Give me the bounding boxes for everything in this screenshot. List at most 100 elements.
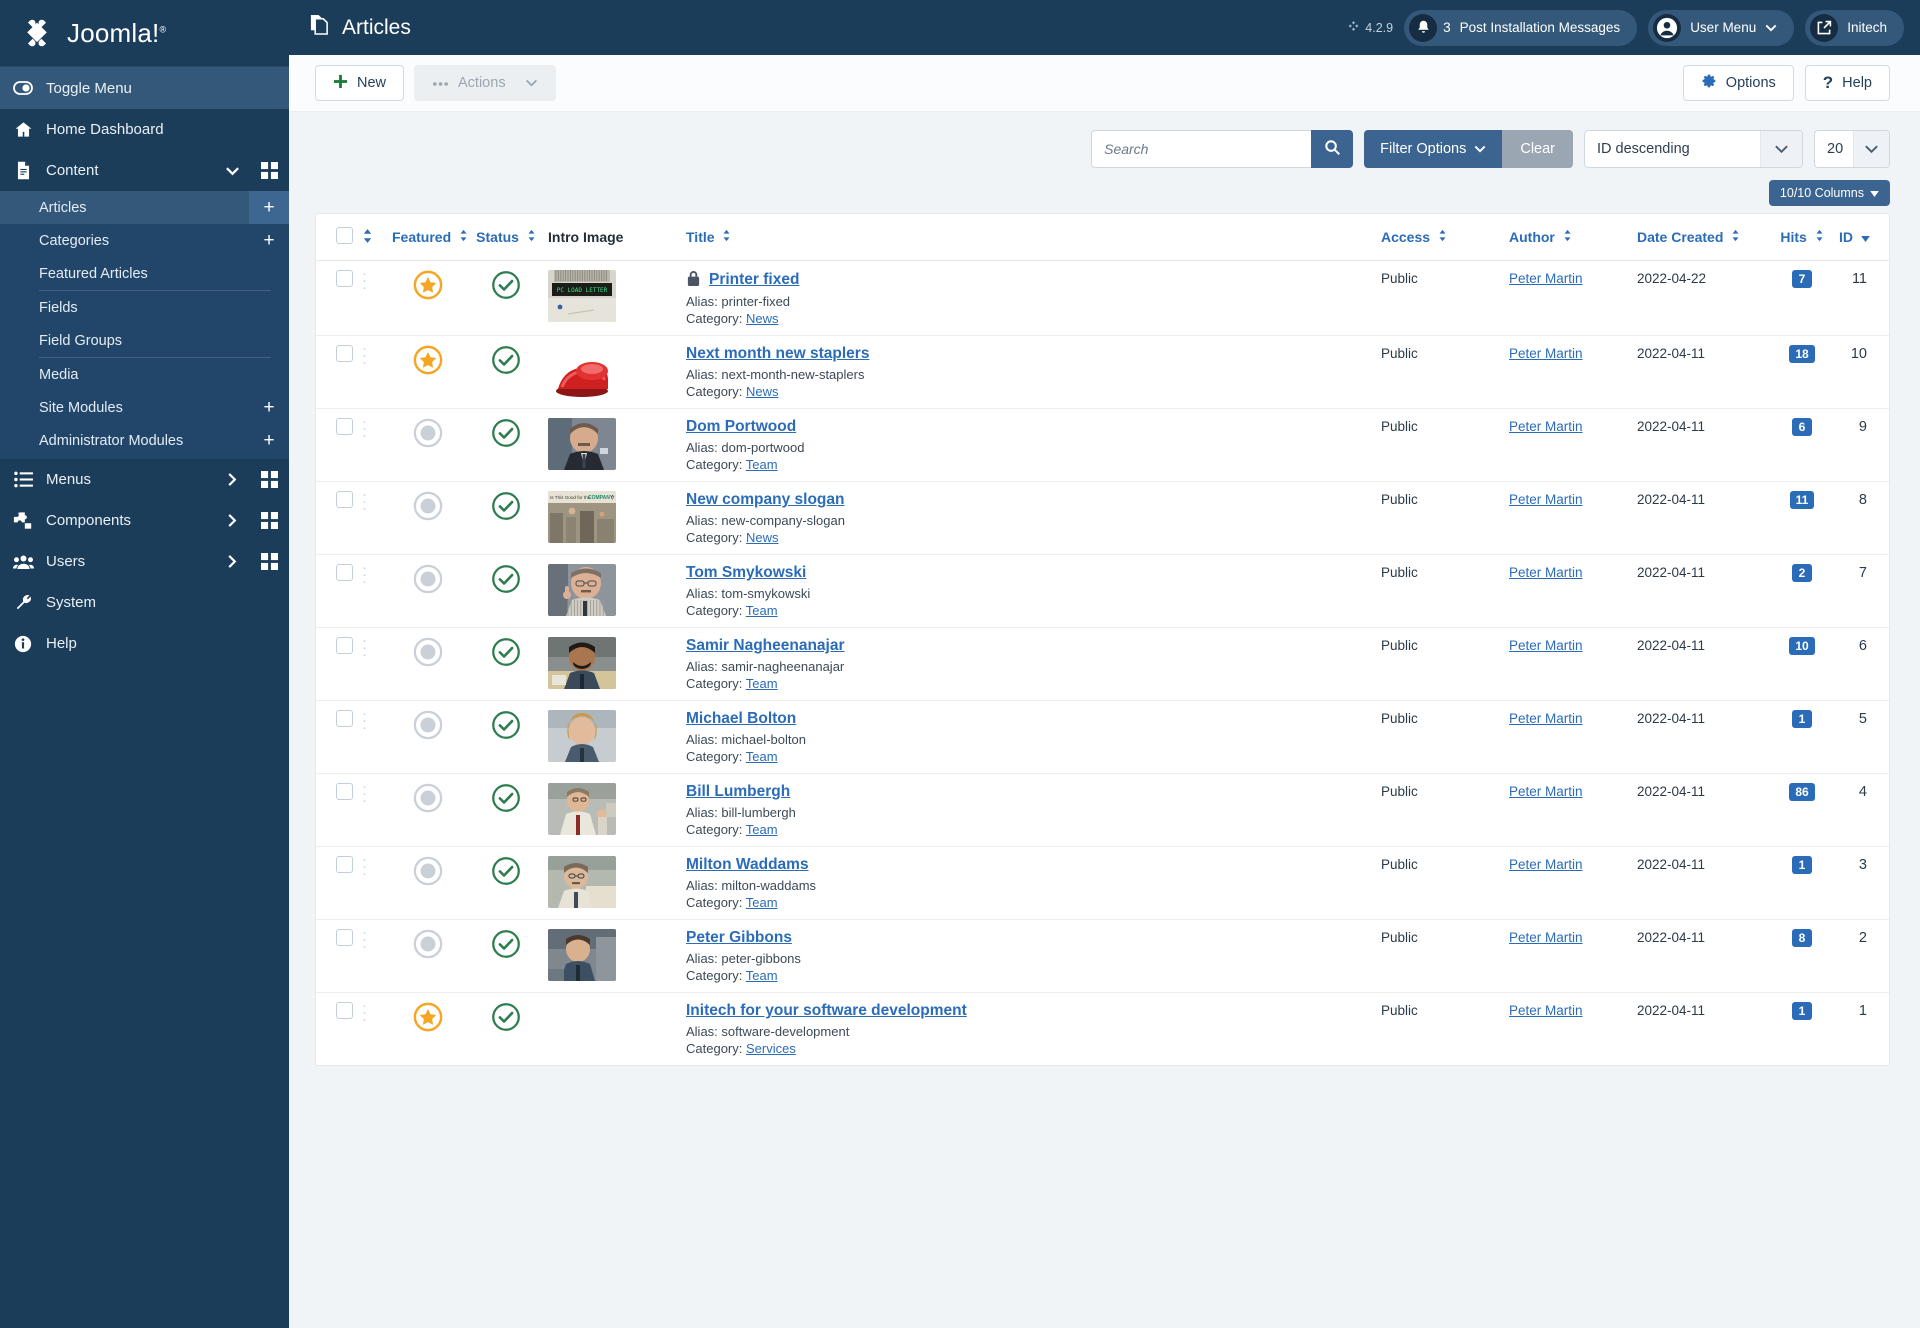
article-category-link[interactable]: Team [746,749,778,764]
sidebar-item-components[interactable]: Components [0,500,289,541]
drag-handle-icon[interactable]: · · · [362,706,380,735]
sidebar-item-system[interactable]: System [0,582,289,623]
date-created-header[interactable]: Date Created [1631,214,1771,261]
status-published-icon[interactable] [491,418,521,451]
list-limit-select[interactable]: 20 [1814,130,1890,168]
author-link[interactable]: Peter Martin [1509,711,1583,726]
article-title-link[interactable]: Michael Bolton [686,710,796,728]
status-published-icon[interactable] [491,929,521,962]
drag-handle-icon[interactable]: · · · [362,852,380,881]
status-published-icon[interactable] [491,345,521,378]
sidebar-item-media[interactable]: Media [0,358,289,391]
clear-filters-button[interactable]: Clear [1502,130,1573,168]
article-title-link[interactable]: Initech for your software development [686,1002,967,1020]
add-article-button[interactable]: + [249,191,289,224]
article-title-link[interactable]: Tom Smykowski [686,564,806,582]
ordering-header[interactable] [356,214,386,261]
drag-handle-icon[interactable]: · · · [362,266,380,295]
users-grid-icon[interactable] [249,541,289,582]
sidebar-item-administrator-modules[interactable]: Administrator Modules + [0,424,289,457]
status-published-icon[interactable] [491,491,521,524]
featured-toggle-icon[interactable] [413,491,443,524]
sidebar-item-articles[interactable]: Articles + [0,191,289,224]
id-header[interactable]: ID [1833,214,1889,261]
article-title-link[interactable]: New company slogan [686,491,844,509]
chevron-right-icon[interactable] [215,554,249,569]
filter-options-button[interactable]: Filter Options [1364,130,1503,168]
row-checkbox[interactable] [336,710,353,727]
article-category-link[interactable]: Team [746,603,778,618]
new-button[interactable]: New [315,65,405,101]
select-all-checkbox[interactable] [336,227,353,244]
article-category-link[interactable]: Team [746,822,778,837]
drag-handle-icon[interactable]: · · · [362,633,380,662]
status-header[interactable]: Status [470,214,542,261]
menus-grid-icon[interactable] [249,459,289,500]
article-title-link[interactable]: Next month new staplers [686,345,869,363]
featured-toggle-icon[interactable] [413,929,443,962]
row-ordering-handle[interactable]: · · · [356,627,386,701]
row-checkbox[interactable] [336,783,353,800]
status-published-icon[interactable] [491,270,521,303]
author-link[interactable]: Peter Martin [1509,419,1583,434]
search-input[interactable] [1091,130,1312,168]
author-link[interactable]: Peter Martin [1509,492,1583,507]
sidebar-item-content[interactable]: Content [0,150,289,191]
row-checkbox[interactable] [336,637,353,654]
featured-toggle-icon[interactable] [413,783,443,816]
sidebar-item-field-groups[interactable]: Field Groups [0,324,289,357]
row-ordering-handle[interactable]: · · · [356,260,386,336]
featured-toggle-icon[interactable] [413,856,443,889]
author-link[interactable]: Peter Martin [1509,930,1583,945]
featured-header[interactable]: Featured [386,214,470,261]
author-link[interactable]: Peter Martin [1509,857,1583,872]
featured-toggle-icon[interactable] [413,418,443,451]
article-title-link[interactable]: Milton Waddams [686,856,809,874]
status-published-icon[interactable] [491,710,521,743]
article-category-link[interactable]: News [746,530,779,545]
author-link[interactable]: Peter Martin [1509,346,1583,361]
featured-toggle-icon[interactable] [413,710,443,743]
sidebar-item-help[interactable]: Help [0,623,289,664]
visit-site-button[interactable]: Initech [1805,9,1904,46]
chevron-down-icon[interactable] [215,166,249,176]
content-grid-icon[interactable] [249,150,289,191]
columns-dropdown-button[interactable]: 10/10 Columns [1768,180,1890,206]
row-ordering-handle[interactable]: · · · [356,481,386,555]
author-link[interactable]: Peter Martin [1509,565,1583,580]
post-installation-messages-button[interactable]: 3 Post Installation Messages [1404,9,1638,46]
hits-header[interactable]: Hits [1771,214,1833,261]
drag-handle-icon[interactable]: · · · [362,779,380,808]
article-category-link[interactable]: News [746,311,779,326]
sidebar-item-featured-articles[interactable]: Featured Articles [0,257,289,290]
search-button[interactable] [1311,130,1354,168]
row-ordering-handle[interactable]: · · · [356,700,386,774]
featured-star-icon[interactable] [413,270,443,303]
article-category-link[interactable]: Team [746,676,778,691]
article-title-link[interactable]: Dom Portwood [686,418,796,436]
row-ordering-handle[interactable]: · · · [356,554,386,628]
article-title-link[interactable]: Peter Gibbons [686,929,792,947]
chevron-right-icon[interactable] [215,513,249,528]
status-published-icon[interactable] [491,856,521,889]
article-category-link[interactable]: Team [746,895,778,910]
featured-toggle-icon[interactable] [413,564,443,597]
sidebar-item-users[interactable]: Users [0,541,289,582]
row-ordering-handle[interactable]: · · · [356,919,386,993]
article-category-link[interactable]: Team [746,968,778,983]
row-ordering-handle[interactable]: · · · [356,846,386,920]
row-ordering-handle[interactable]: · · · [356,335,386,409]
sidebar-item-categories[interactable]: Categories + [0,224,289,257]
drag-handle-icon[interactable]: · · · [362,925,380,954]
actions-button[interactable]: Actions [414,65,556,101]
author-link[interactable]: Peter Martin [1509,271,1583,286]
row-checkbox[interactable] [336,418,353,435]
author-header[interactable]: Author [1503,214,1631,261]
row-checkbox[interactable] [336,1002,353,1019]
row-ordering-handle[interactable]: · · · [356,993,386,1066]
row-ordering-handle[interactable]: · · · [356,773,386,847]
status-published-icon[interactable] [491,564,521,597]
drag-handle-icon[interactable]: · · · [362,414,380,443]
featured-star-icon[interactable] [413,1002,443,1035]
article-title-link[interactable]: Bill Lumbergh [686,783,790,801]
